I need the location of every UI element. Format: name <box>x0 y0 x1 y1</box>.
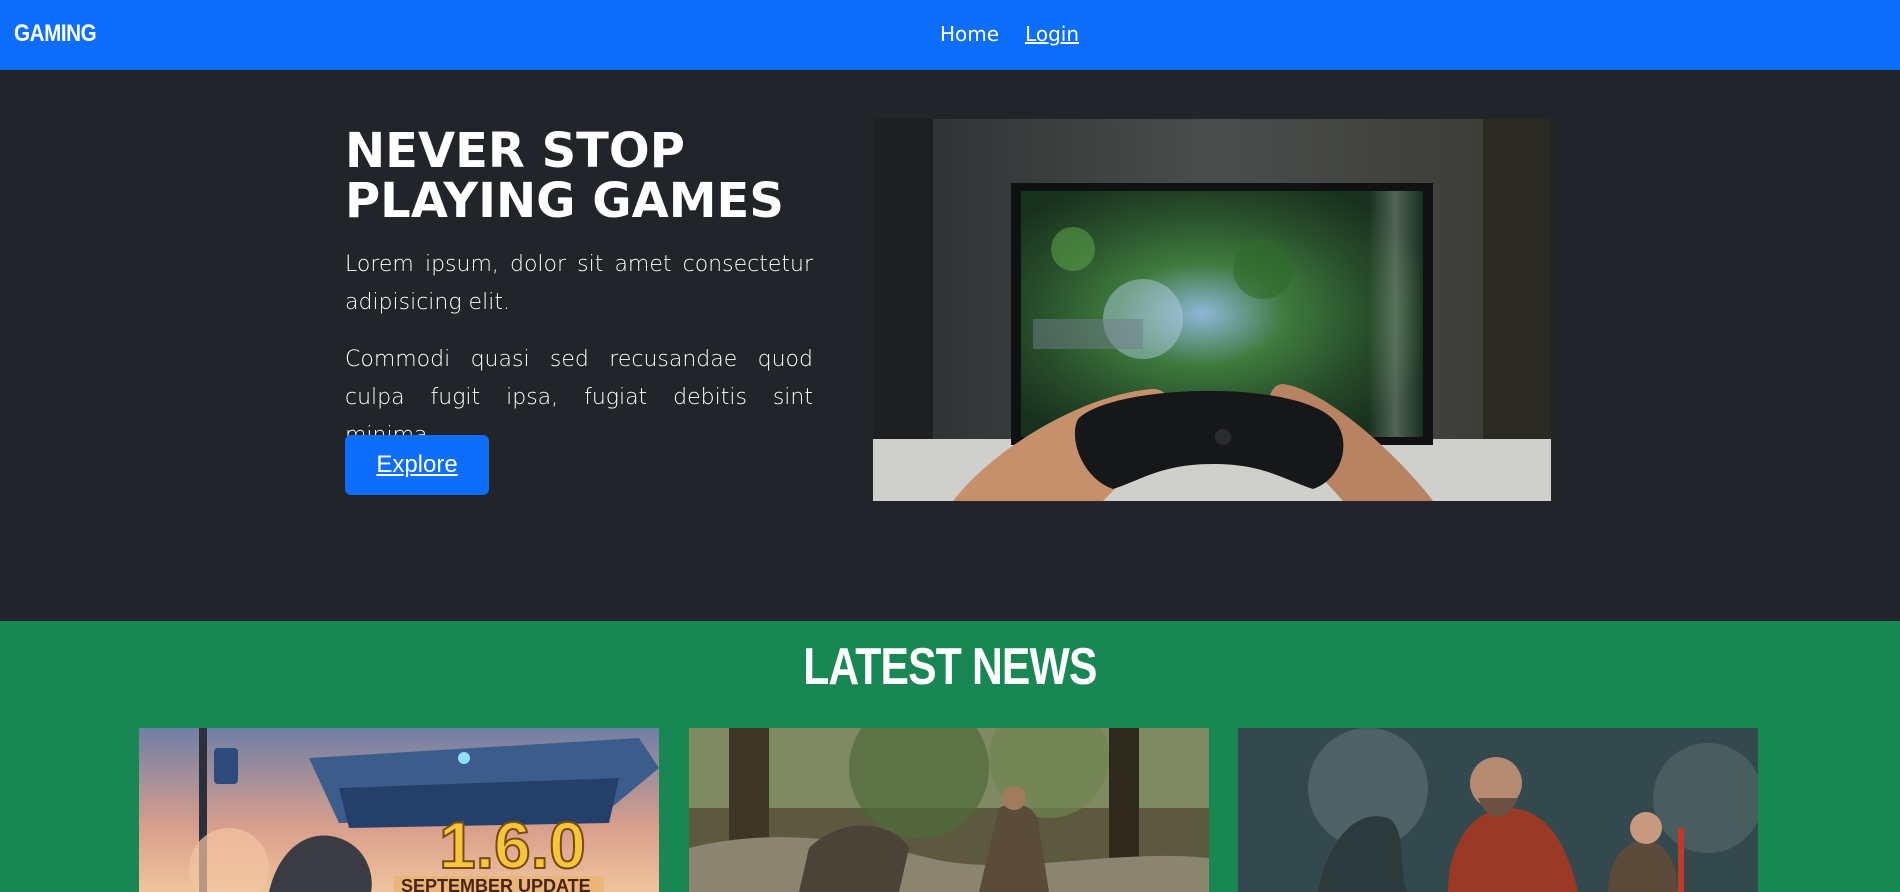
hero-title-line1: NEVER STOP <box>345 123 685 179</box>
nav-links: Home Login <box>940 22 1079 46</box>
news-title: LATEST NEWS <box>803 638 1097 696</box>
news-card-1-image: 1.6.0 SEPTEMBER UPDATE <box>139 728 659 892</box>
news-card-2[interactable] <box>689 728 1209 892</box>
hero-paragraph-1: Lorem ipsum, dolor sit amet consectetur … <box>345 252 813 315</box>
news-card-3[interactable] <box>1238 728 1758 892</box>
latest-news-section: LATEST NEWS 1.6.0 SEPTEMBER UPDATE <box>0 621 1900 892</box>
explore-button[interactable]: Explore <box>345 435 489 495</box>
nav-link-login[interactable]: Login <box>1025 22 1079 46</box>
news-card-1-sub-text: SEPTEMBER UPDATE <box>401 876 591 892</box>
hero-gaming-image <box>873 119 1551 501</box>
brand-logo[interactable]: GAMING <box>14 20 97 48</box>
news-card-1-main-text: 1.6.0 <box>439 808 586 882</box>
news-card-3-image <box>1238 728 1758 892</box>
hero-section: NEVER STOP PLAYING GAMES Lorem ipsum, do… <box>0 70 1900 621</box>
nav-link-home[interactable]: Home <box>940 22 999 46</box>
news-card-2-image <box>689 728 1209 892</box>
news-card-1[interactable]: 1.6.0 SEPTEMBER UPDATE <box>139 728 659 892</box>
hero-title-line2: PLAYING GAMES <box>345 173 784 229</box>
navbar: GAMING Home Login <box>0 0 1900 70</box>
hero-title: NEVER STOP PLAYING GAMES <box>345 126 845 226</box>
